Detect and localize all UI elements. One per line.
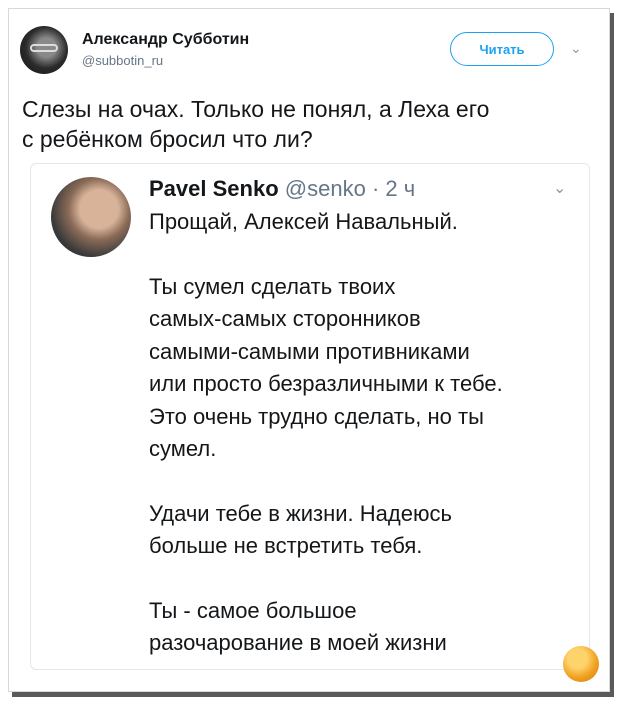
follow-button[interactable]: Читать [450,32,554,66]
author-handle[interactable]: @subbotin_ru [82,53,163,68]
quoted-text-line: или просто безразличными к тебе. [149,371,503,396]
quoted-text-line: самых-самых сторонников [149,306,421,331]
quoted-text-line: больше не встретить тебя. [149,533,423,558]
quoted-text-line: Прощай, Алексей Навальный. [149,209,458,234]
quoted-text-line: Это очень трудно сделать, но ты [149,403,484,429]
tweet-header: Александр Субботин @subbotin_ru Читать ⌄ [20,22,585,78]
tweet-text: Слезы на очах. Только не понял, а Леха е… [22,94,582,154]
quoted-tweet-header: Pavel Senko @senko · 2 ч [149,176,415,202]
quoted-tweet[interactable]: Pavel Senko @senko · 2 ч ⌄ Прощай, Алекс… [30,163,590,670]
quoted-text-line: Ты сумел сделать твоих [149,273,396,299]
quoted-text-line: самыми-самыми противниками [149,338,470,364]
quoted-text-line: сумел. [149,436,217,461]
quoted-tweet-body: Прощай, Алексей Навальный. Ты сумел сдела… [149,206,569,660]
chevron-down-icon[interactable]: ⌄ [570,40,582,57]
meta-separator: · [371,176,380,201]
chevron-down-icon[interactable]: ⌄ [553,178,566,198]
glasses-icon [30,44,58,52]
quoted-text-line: Удачи тебе в жизни. Надеюсь [149,500,452,526]
author-avatar[interactable] [20,26,68,74]
quoted-author-name[interactable]: Pavel Senko [149,176,279,201]
quoted-text-line: разочарование в моей жизни [149,630,447,655]
quoted-author-avatar[interactable] [51,177,131,257]
quoted-timestamp[interactable]: 2 ч [385,176,415,201]
tweet-text-line: с ребёнком бросил что ли? [22,126,313,152]
tweet-text-line: Слезы на очах. Только не понял, а Леха е… [22,96,490,122]
quoted-text-line: Ты - самое большое [149,597,357,623]
watermark-logo [563,646,599,682]
author-name[interactable]: Александр Субботин [82,31,249,49]
quoted-author-handle[interactable]: @senko [285,176,366,201]
